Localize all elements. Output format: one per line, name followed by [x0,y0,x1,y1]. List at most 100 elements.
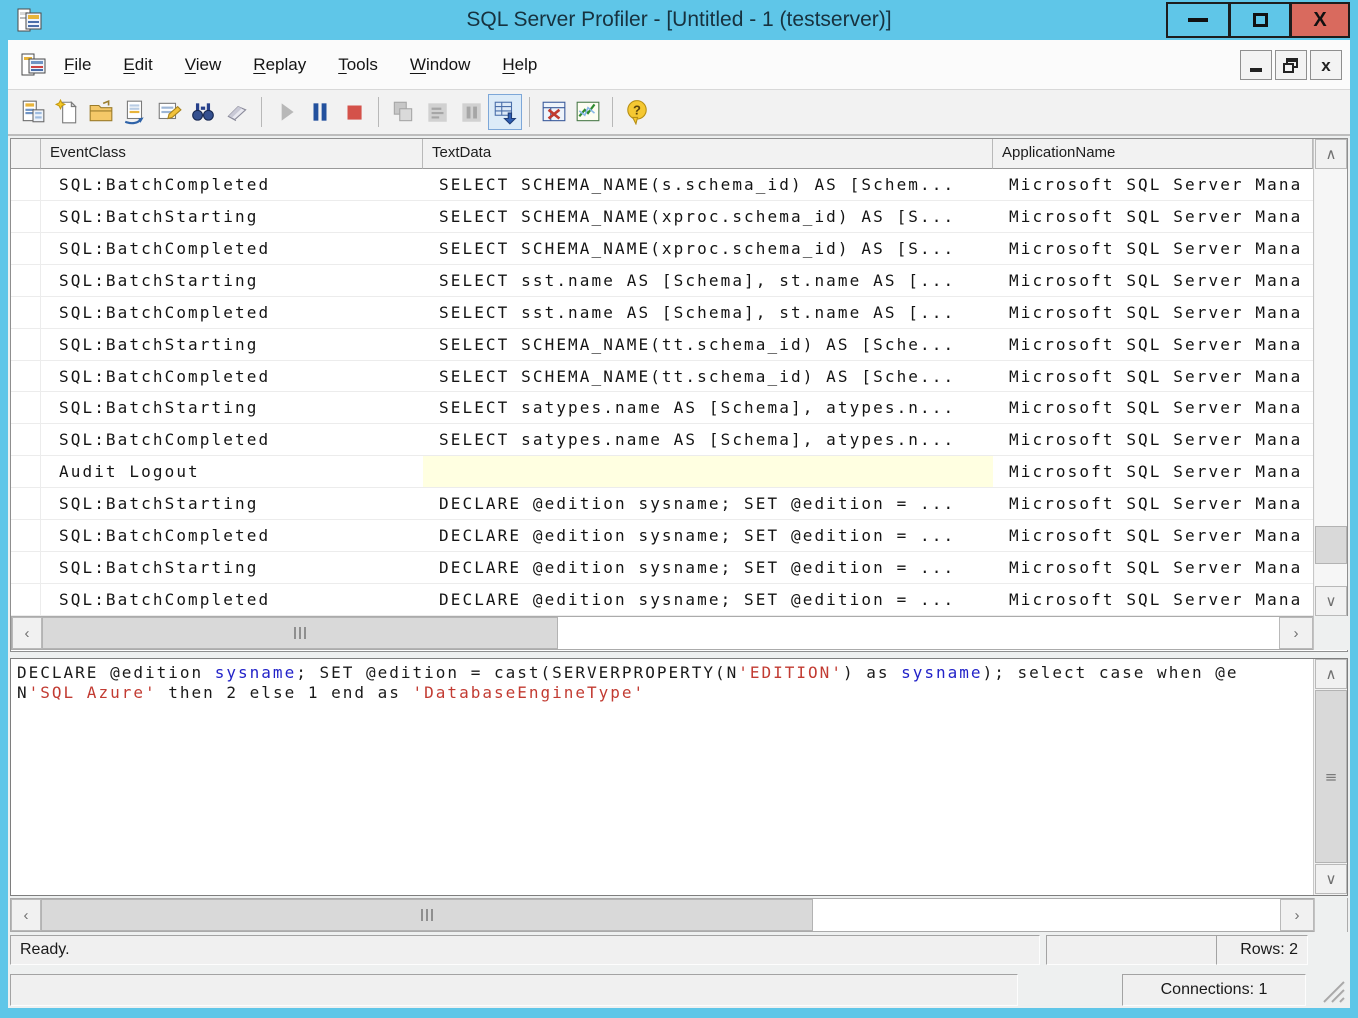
scrollbar-thumb[interactable] [41,899,813,931]
column-header-eventclass[interactable]: EventClass [41,139,423,169]
table-row[interactable]: SQL:BatchCompletedSELECT SCHEMA_NAME(s.s… [11,169,1313,201]
table-row[interactable]: SQL:BatchCompletedSELECT SCHEMA_NAME(xpr… [11,233,1313,265]
menubar: File Edit View Replay Tools Window Help x [8,40,1350,90]
cell-textdata: SELECT SCHEMA_NAME(tt.schema_id) AS [Sch… [423,361,993,393]
scroll-left-icon: ‹ [25,625,30,642]
table-row[interactable]: Audit LogoutMicrosoft SQL Server Mana [11,456,1313,488]
column-header-textdata[interactable]: TextData [423,139,993,169]
table-row[interactable]: SQL:BatchStartingSELECT satypes.name AS … [11,392,1313,424]
trace-properties-icon[interactable] [537,94,571,130]
autoscroll-icon[interactable] [488,94,522,130]
row-selector[interactable] [11,392,41,424]
scrollbar-thumb[interactable]: ≡ [1315,690,1347,863]
execute-step-icon[interactable] [420,94,454,130]
cell-applicationname: Microsoft SQL Server Mana [993,456,1313,488]
new-trace-icon[interactable] [16,94,50,130]
menu-item-file[interactable]: File [64,55,91,75]
table-row[interactable]: SQL:BatchCompletedDECLARE @edition sysna… [11,520,1313,552]
scroll-left-icon: ‹ [24,907,29,924]
run-trace-icon[interactable] [269,94,303,130]
sql-code[interactable]: DECLARE @edition sysname; SET @edition =… [17,663,1307,703]
column-header-applicationname[interactable]: ApplicationName [993,139,1313,169]
mdi-minimize-button[interactable] [1240,50,1272,80]
toggle-pause-icon[interactable] [454,94,488,130]
scroll-up-button[interactable]: ∧ [1315,139,1347,169]
pause-trace-icon[interactable] [303,94,337,130]
row-selector[interactable] [11,424,41,456]
detail-horizontal-scrollbar[interactable]: ‹ › [10,898,1348,932]
table-row[interactable]: SQL:BatchCompletedSELECT satypes.name AS… [11,424,1313,456]
cell-textdata: DECLARE @edition sysname; SET @edition =… [423,552,993,584]
cell-applicationname: Microsoft SQL Server Mana [993,584,1313,616]
open-file-icon[interactable] [84,94,118,130]
save-file-icon[interactable] [118,94,152,130]
menu-item-view[interactable]: View [185,55,222,75]
grid-horizontal-scrollbar[interactable]: ‹ › [11,616,1347,650]
scrollbar-track[interactable] [1315,169,1347,586]
new-document-icon[interactable] [50,94,84,130]
copy-windows-icon[interactable] [386,94,420,130]
find-icon[interactable] [186,94,220,130]
mdi-restore-button[interactable] [1275,50,1307,80]
minimize-button[interactable] [1166,2,1230,38]
row-selector[interactable] [11,520,41,552]
row-selector[interactable] [11,201,41,233]
cell-eventclass: SQL:BatchCompleted [41,424,423,456]
row-selector[interactable] [11,584,41,616]
grid-vertical-scrollbar[interactable]: ∧ ∨ [1313,139,1347,616]
table-row[interactable]: SQL:BatchCompletedSELECT SCHEMA_NAME(tt.… [11,361,1313,393]
menu-item-edit[interactable]: Edit [123,55,152,75]
cell-applicationname: Microsoft SQL Server Mana [993,233,1313,265]
grid-header: EventClass TextData ApplicationName [11,139,1313,169]
table-row[interactable]: SQL:BatchCompletedSELECT sst.name AS [Sc… [11,297,1313,329]
row-selector[interactable] [11,297,41,329]
menu-item-window[interactable]: Window [410,55,470,75]
scrollbar-thumb[interactable] [42,617,558,649]
row-selector[interactable] [11,233,41,265]
row-selector[interactable] [11,329,41,361]
row-selector[interactable] [11,456,41,488]
row-selector[interactable] [11,169,41,201]
stop-trace-icon[interactable] [337,94,371,130]
detail-vertical-scrollbar[interactable]: ∧ ≡ ∨ [1313,659,1347,895]
table-row[interactable]: SQL:BatchStartingDECLARE @edition sysnam… [11,552,1313,584]
row-selector[interactable] [11,488,41,520]
menu-item-help[interactable]: Help [502,55,537,75]
scrollbar-corner [1314,898,1347,932]
row-selector[interactable] [11,361,41,393]
table-row[interactable]: SQL:BatchStartingSELECT sst.name AS [Sch… [11,265,1313,297]
scroll-up-button[interactable]: ∧ [1315,659,1347,689]
table-row[interactable]: SQL:BatchStartingSELECT SCHEMA_NAME(tt.s… [11,329,1313,361]
cell-applicationname: Microsoft SQL Server Mana [993,424,1313,456]
file-properties-icon[interactable] [152,94,186,130]
code-token-plain: then 2 else 1 end as [157,683,413,702]
table-row[interactable]: SQL:BatchCompletedDECLARE @edition sysna… [11,584,1313,616]
mdi-close-button[interactable]: x [1310,50,1342,80]
resize-grip-icon[interactable] [1320,978,1346,1004]
scrollbar-thumb[interactable] [1315,526,1347,564]
close-button[interactable]: X [1290,2,1350,38]
table-row[interactable]: SQL:BatchStartingDECLARE @edition sysnam… [11,488,1313,520]
scroll-down-button[interactable]: ∨ [1315,586,1347,616]
eraser-icon[interactable] [220,94,254,130]
scroll-left-button[interactable]: ‹ [12,617,42,649]
status-bar: Ready. Rows: 2 [10,934,1348,966]
cell-textdata: DECLARE @edition sysname; SET @edition =… [423,520,993,552]
scroll-right-icon: › [1294,625,1299,642]
menu-item-replay[interactable]: Replay [253,55,306,75]
column-header-selector[interactable] [11,139,41,169]
maximize-button[interactable] [1229,2,1291,38]
cell-textdata: SELECT sst.name AS [Schema], st.name AS … [423,265,993,297]
cell-applicationname: Microsoft SQL Server Mana [993,297,1313,329]
help-icon[interactable]: ? [620,94,654,130]
table-row[interactable]: SQL:BatchStartingSELECT SCHEMA_NAME(xpro… [11,201,1313,233]
scroll-right-button[interactable]: › [1280,899,1314,931]
scroll-down-button[interactable]: ∨ [1315,864,1347,894]
scroll-right-button[interactable]: › [1279,617,1313,649]
row-selector[interactable] [11,552,41,584]
performance-chart-icon[interactable] [571,94,605,130]
menu-item-tools[interactable]: Tools [338,55,378,75]
row-selector[interactable] [11,265,41,297]
cell-textdata [423,456,993,488]
scroll-left-button[interactable]: ‹ [11,899,41,931]
